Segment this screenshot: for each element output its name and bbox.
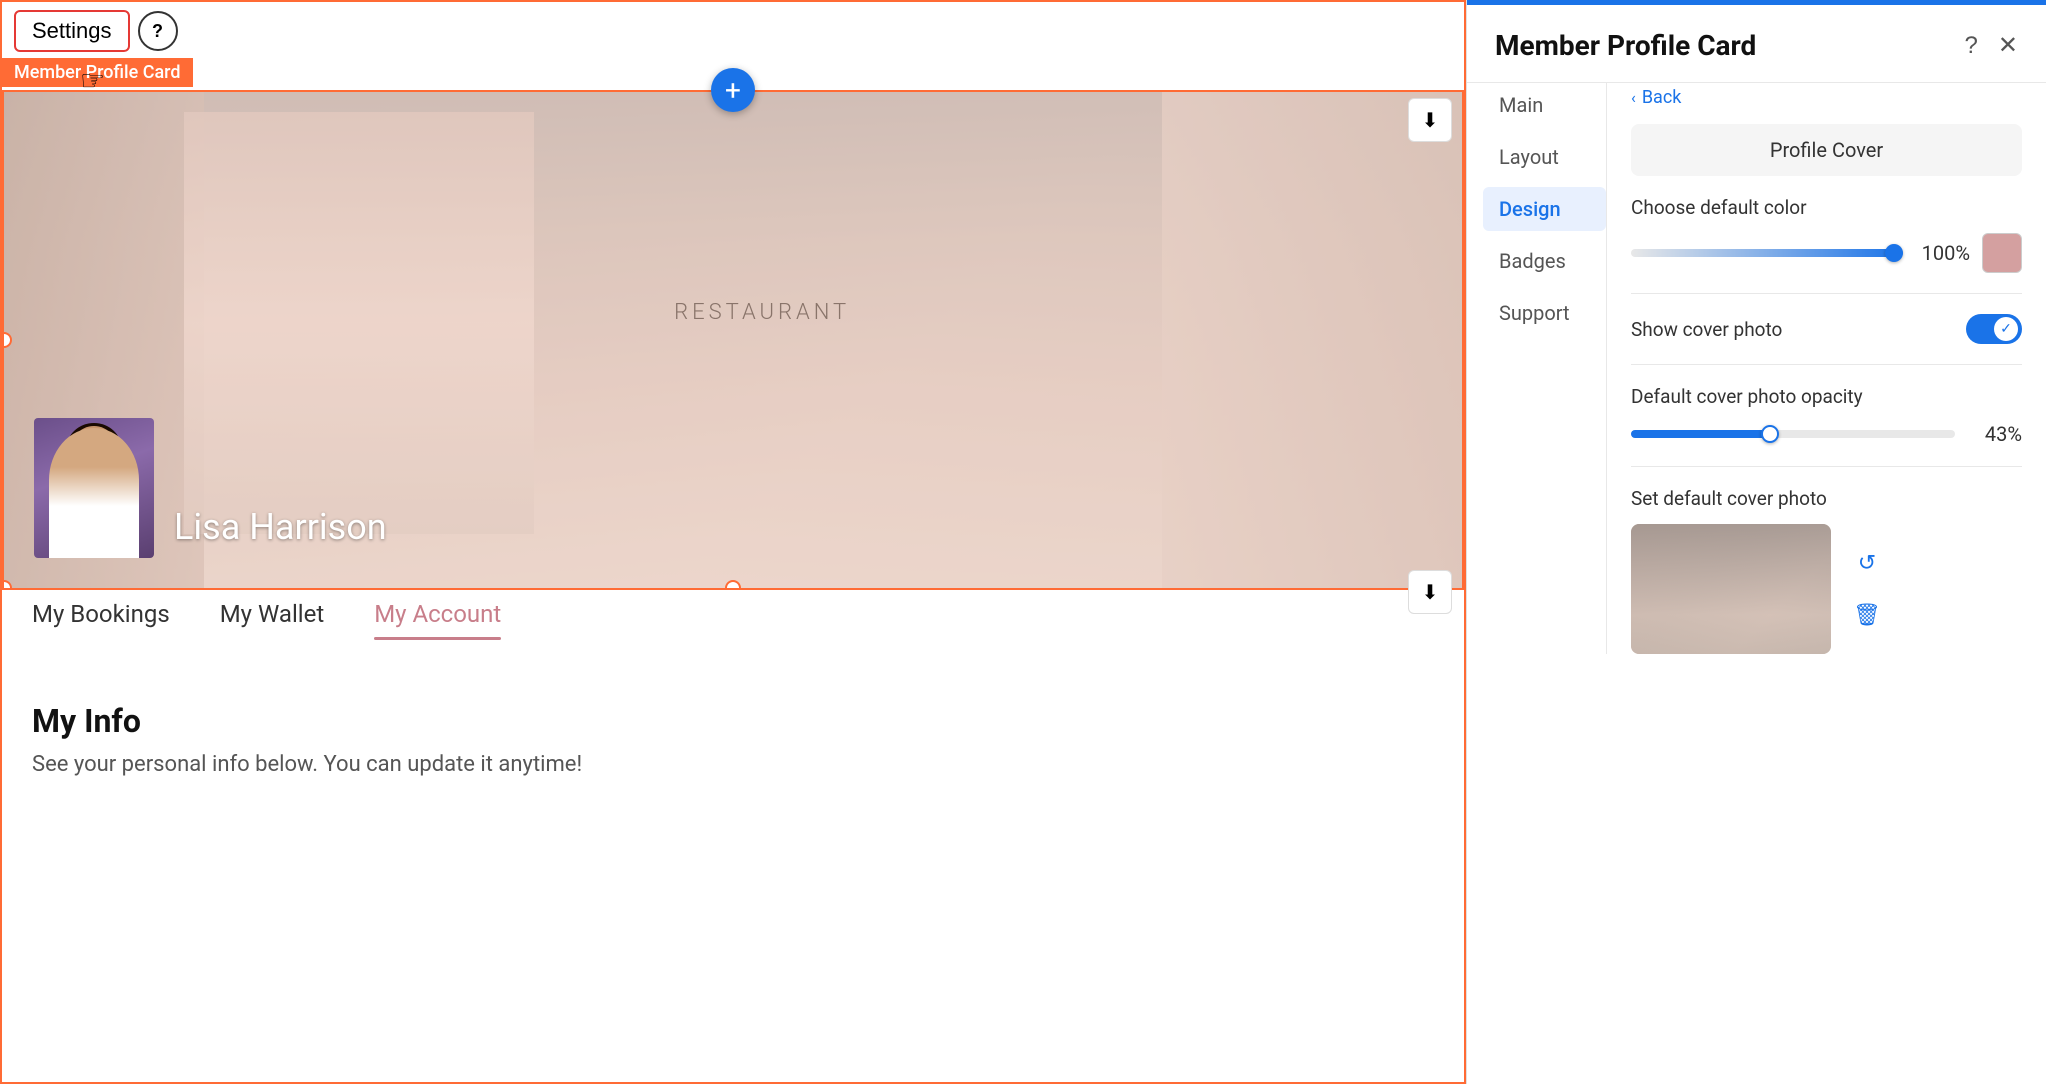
settings-button[interactable]: Settings: [14, 10, 130, 52]
nav-item-design[interactable]: Design: [1483, 187, 1606, 231]
nav-content: ‹ Back Profile Cover Choose default colo…: [1607, 83, 2046, 654]
tab-my-wallet[interactable]: My Wallet: [220, 600, 324, 636]
color-slider-thumb: [1885, 244, 1903, 262]
toolbar: Settings ?: [2, 2, 1464, 60]
left-panel: Settings ? ☞ Member Profile Card + ⬇ RES…: [0, 0, 1466, 1084]
chevron-left-icon: ‹: [1631, 88, 1636, 107]
download-button-top[interactable]: ⬇: [1408, 98, 1452, 142]
trash-icon: 🗑: [1853, 602, 1881, 628]
panel-close-button[interactable]: ✕: [1998, 31, 2018, 60]
nav-item-layout[interactable]: Layout: [1483, 135, 1606, 179]
settings-label: Settings: [32, 18, 112, 44]
cursor-indicator: ☞: [80, 64, 105, 97]
my-info-section: My Info See your personal info below. Yo…: [2, 702, 1464, 777]
nav-item-support[interactable]: Support: [1483, 291, 1606, 335]
panel-header: Member Profile Card ? ✕: [1467, 5, 2046, 83]
divider-3: [1631, 466, 2022, 467]
panel-help-button[interactable]: ?: [1965, 32, 1978, 60]
panel-help-icon: ?: [1965, 32, 1978, 60]
resize-handle-bottom-center[interactable]: [725, 580, 741, 590]
cover-thumb-inner: [1631, 524, 1831, 654]
set-default-photo-label: Set default cover photo: [1631, 487, 2022, 510]
cover-photo: RESTAURANT Lisa Harrison: [2, 90, 1464, 590]
divider-1: [1631, 293, 2022, 294]
avatar-figure: [49, 428, 139, 558]
opacity-slider[interactable]: [1631, 430, 1955, 438]
show-cover-label: Show cover photo: [1631, 318, 1782, 341]
nav-sidebar: Main Layout Design Badges Support: [1467, 83, 1607, 654]
panel-header-icons: ? ✕: [1965, 31, 2018, 60]
right-panel: Member Profile Card ? ✕ Main Layout Desi…: [1466, 0, 2046, 1084]
back-label: Back: [1642, 87, 1682, 108]
profile-avatar: [34, 418, 154, 558]
opacity-setting-label: Default cover photo opacity: [1631, 385, 2022, 408]
my-info-title: My Info: [32, 702, 1434, 740]
delete-photo-button[interactable]: 🗑: [1847, 595, 1887, 635]
help-button[interactable]: ?: [138, 11, 178, 51]
refresh-icon: ↺: [1858, 550, 1876, 576]
nav-item-main[interactable]: Main: [1483, 83, 1606, 127]
color-swatch[interactable]: [1982, 233, 2022, 273]
cover-thumb-row: ↺ 🗑: [1631, 524, 2022, 654]
restaurant-text: RESTAURANT: [674, 300, 850, 325]
cover-thumb-actions: ↺ 🗑: [1847, 543, 1887, 635]
panel-title: Member Profile Card: [1495, 29, 1756, 62]
add-icon: +: [725, 74, 741, 107]
show-cover-toggle[interactable]: ✓: [1966, 314, 2022, 344]
nav-area: Main Layout Design Badges Support ‹ Back: [1467, 83, 2046, 654]
color-setting-label: Choose default color: [1631, 196, 2022, 219]
add-button[interactable]: +: [711, 68, 755, 112]
cover-thumbnail: [1631, 524, 1831, 654]
toggle-knob: ✓: [1994, 317, 2018, 341]
color-percent: 100%: [1915, 241, 1970, 265]
download-button-bottom[interactable]: ⬇: [1408, 570, 1452, 614]
opacity-row: 43%: [1631, 422, 2022, 446]
opacity-percent: 43%: [1967, 422, 2022, 446]
tab-my-account[interactable]: My Account: [374, 600, 501, 636]
tabs-section: My Bookings My Wallet My Account: [2, 600, 1464, 636]
nav-item-badges[interactable]: Badges: [1483, 239, 1606, 283]
download-icon-top: ⬇: [1422, 108, 1439, 132]
show-cover-toggle-row: Show cover photo ✓: [1631, 314, 2022, 344]
profile-section: Lisa Harrison: [34, 418, 387, 558]
divider-2: [1631, 364, 2022, 365]
section-header: Profile Cover: [1631, 124, 2022, 176]
panel-close-icon: ✕: [1998, 31, 2018, 60]
back-button[interactable]: ‹ Back: [1631, 83, 2022, 124]
color-row: 100%: [1631, 233, 2022, 273]
refresh-photo-button[interactable]: ↺: [1847, 543, 1887, 583]
tab-my-bookings[interactable]: My Bookings: [32, 600, 170, 636]
help-icon: ?: [152, 21, 163, 42]
tabs-nav: My Bookings My Wallet My Account: [32, 600, 1434, 636]
opacity-slider-thumb: [1761, 425, 1779, 443]
profile-name: Lisa Harrison: [174, 506, 387, 548]
my-info-subtitle: See your personal info below. You can up…: [32, 752, 1434, 777]
download-icon-bottom: ⬇: [1422, 580, 1439, 604]
cover-thumb-section: Set default cover photo ↺ 🗑: [1631, 487, 2022, 654]
color-slider[interactable]: [1631, 249, 1903, 257]
